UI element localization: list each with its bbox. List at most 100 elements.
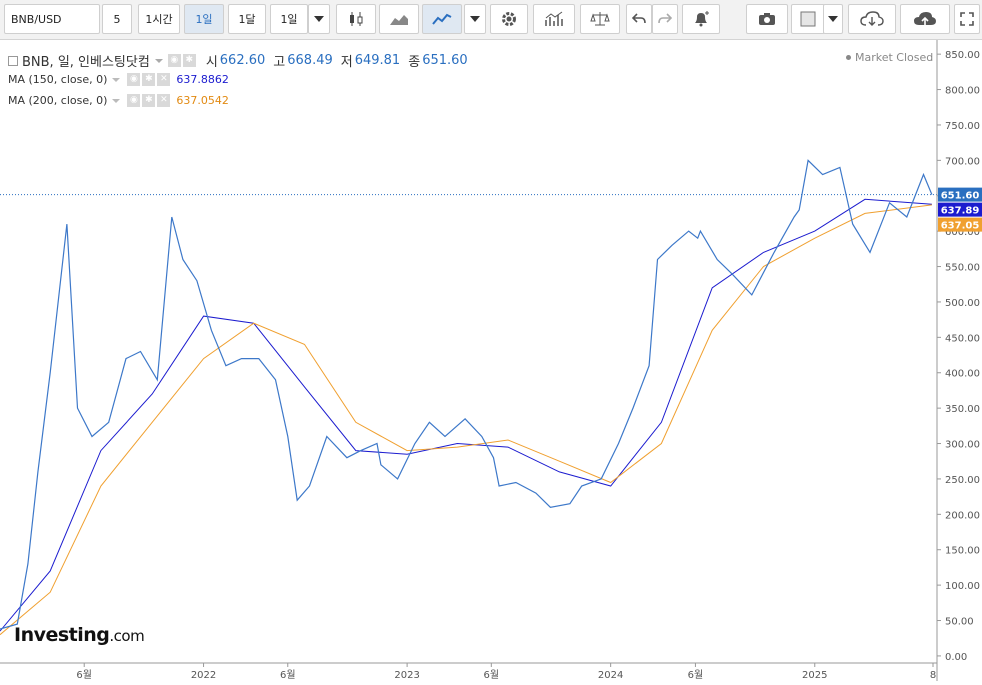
x-tick-label: 2024 <box>598 670 623 681</box>
y-tick-label: 450.00 <box>945 333 980 344</box>
investing-logo: Investing.com <box>14 624 145 646</box>
area-chart-button[interactable] <box>379 4 419 34</box>
save-chart-button[interactable] <box>900 4 950 34</box>
x-tick-label: 2022 <box>191 670 216 681</box>
redo-icon <box>658 13 672 24</box>
y-tick-label: 350.00 <box>945 404 980 415</box>
y-tick-label: 400.00 <box>945 369 980 380</box>
x-tick-label: 6월 <box>688 669 704 681</box>
y-tick-label: 200.00 <box>945 510 980 521</box>
status-dot-icon <box>846 55 851 60</box>
interval-1d-label: 1일 <box>195 13 213 26</box>
indicators-button[interactable] <box>533 4 575 34</box>
chart-area[interactable]: 0.00 50.00 100.00 150.00 200.00 250.00 300.00 3… <box>0 40 982 681</box>
logo-brand: Investing <box>14 624 110 646</box>
candlestick-button[interactable] <box>336 4 376 34</box>
cloud-upload-icon <box>914 12 936 26</box>
interval-1d-button[interactable]: 1일 <box>184 4 224 34</box>
price-chart[interactable]: 0.00 50.00 100.00 150.00 200.00 250.00 300.00 3… <box>0 40 982 681</box>
chevron-down-icon <box>314 16 324 22</box>
redo-button[interactable] <box>652 4 678 34</box>
chevron-down-icon[interactable] <box>154 57 164 65</box>
low-label: 저 <box>340 55 353 70</box>
undo-icon <box>632 13 646 24</box>
fullscreen-button[interactable] <box>954 4 980 34</box>
chevron-down-icon[interactable] <box>111 76 121 84</box>
x-tick-label: 6월 <box>76 669 92 681</box>
ma150-label: MA (150, close, 0) <box>8 73 108 86</box>
bell-plus-icon <box>695 11 709 27</box>
market-status-text: Market Closed <box>855 51 934 64</box>
logo-suffix: .com <box>109 627 145 645</box>
y-tick-label: 100.00 <box>945 581 980 592</box>
x-tick-label: 8 <box>930 670 936 681</box>
compare-button[interactable] <box>580 4 620 34</box>
interval-1m-label: 1달 <box>238 13 256 26</box>
price-axis[interactable]: 0.00 50.00 100.00 150.00 200.00 250.00 300.00 3… <box>937 50 980 663</box>
high-label: 고 <box>273 55 286 70</box>
y-tick-label: 250.00 <box>945 475 980 486</box>
indicators-icon <box>545 11 563 26</box>
y-tick-label: 500.00 <box>945 298 980 309</box>
interval-1h-button[interactable]: 1시간 <box>138 4 180 34</box>
low-value: 649.81 <box>354 53 401 68</box>
open-value: 662.60 <box>219 53 266 68</box>
chevron-down-icon <box>470 16 480 22</box>
add-alert-button[interactable] <box>682 4 720 34</box>
eye-icon[interactable]: ◉ <box>127 94 141 107</box>
fullscreen-icon <box>960 12 974 26</box>
y-tick-label: 850.00 <box>945 50 980 61</box>
last-price-tag-label: 651.60 <box>941 191 980 202</box>
ma150-price-tag-label: 637.89 <box>941 206 980 217</box>
symbol-text: BNB/USD <box>11 12 62 26</box>
chevron-down-icon[interactable] <box>111 97 121 105</box>
undo-button[interactable] <box>626 4 652 34</box>
y-tick-label: 750.00 <box>945 121 980 132</box>
y-tick-label: 300.00 <box>945 440 980 451</box>
gear-icon <box>502 12 516 26</box>
screenshot-button[interactable] <box>746 4 788 34</box>
ma200-legend: MA (200, close, 0) ◉ ✱ ✕ 637.0542 <box>8 94 229 107</box>
time-axis[interactable]: 6월 2022 6월 2023 6월 2024 6월 2025 8 <box>76 663 936 681</box>
y-tick-label: 150.00 <box>945 546 980 557</box>
close-icon[interactable]: ✕ <box>157 73 171 86</box>
gear-icon[interactable]: ✱ <box>142 73 156 86</box>
cloud-download-icon <box>860 11 884 26</box>
eye-icon[interactable]: ◉ <box>167 54 181 67</box>
y-tick-label: 50.00 <box>945 617 974 628</box>
interval-1m-button[interactable]: 1달 <box>228 4 266 34</box>
open-label: 시 <box>205 55 218 70</box>
line-chart-button[interactable] <box>422 4 462 34</box>
interval-5-button[interactable]: 5 <box>102 4 132 34</box>
color-picker-button[interactable] <box>791 4 825 34</box>
close-label: 종 <box>408 55 421 70</box>
square-icon <box>800 11 816 27</box>
chart-type-dropdown-button[interactable] <box>464 4 486 34</box>
x-tick-label: 2023 <box>394 670 419 681</box>
interval-1h-label: 1시간 <box>145 13 173 26</box>
symbol-input[interactable]: BNB/USD <box>4 4 100 34</box>
load-chart-button[interactable] <box>848 4 896 34</box>
interval-1y-button[interactable]: 1일 <box>270 4 308 34</box>
interval-5-label: 5 <box>113 12 121 26</box>
ma200-label: MA (200, close, 0) <box>8 94 108 107</box>
ma150-legend: MA (150, close, 0) ◉ ✱ ✕ 637.8862 <box>8 73 229 86</box>
close-value: 651.60 <box>422 53 468 68</box>
gear-icon[interactable]: ✱ <box>142 94 156 107</box>
settings-button[interactable] <box>490 4 528 34</box>
candlestick-icon <box>350 12 363 26</box>
camera-icon <box>759 13 775 25</box>
color-dropdown-button[interactable] <box>823 4 843 34</box>
chevron-down-icon <box>828 16 838 22</box>
area-chart-icon <box>390 15 408 25</box>
interval-dropdown-button[interactable] <box>308 4 330 34</box>
high-value: 668.49 <box>287 53 333 68</box>
gear-icon[interactable]: ✱ <box>182 54 196 67</box>
close-icon[interactable]: ✕ <box>157 94 171 107</box>
x-tick-label: 6월 <box>484 669 500 681</box>
y-tick-label: 0.00 <box>945 652 967 663</box>
collapse-legend-toggle[interactable] <box>8 55 18 66</box>
x-tick-label: 2025 <box>802 670 827 681</box>
eye-icon[interactable]: ◉ <box>127 73 141 86</box>
main-legend: BNB, 일, 인베스팅닷컴 ◉ ✱ 시 662.60 고 668.49 저 649.… <box>8 51 468 70</box>
